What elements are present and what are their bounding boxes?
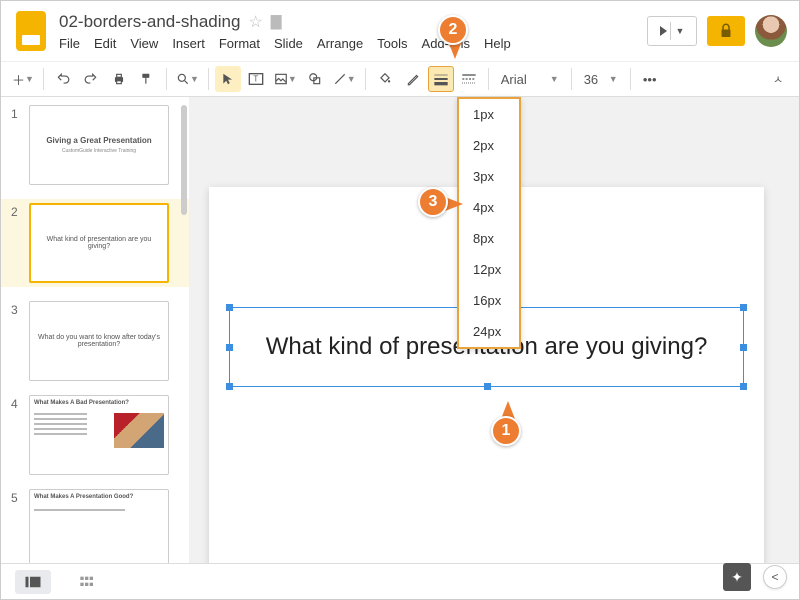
menu-file[interactable]: File xyxy=(59,36,80,51)
present-dropdown-icon[interactable]: ▼ xyxy=(670,22,685,40)
font-size-select[interactable]: 36▼ xyxy=(578,66,624,92)
border-weight-option[interactable]: 12px xyxy=(459,254,519,285)
shape-tool[interactable] xyxy=(302,66,328,92)
redo-button[interactable] xyxy=(78,66,104,92)
slide-panel[interactable]: 1 Giving a Great Presentation CustomGuid… xyxy=(1,97,189,563)
header: 02-borders-and-shading ☆ ▇ File Edit Vie… xyxy=(1,1,799,61)
select-tool[interactable] xyxy=(215,66,241,92)
border-dash-button[interactable] xyxy=(456,66,482,92)
thumb-title: What Makes A Bad Presentation? xyxy=(34,400,129,406)
callout-1: 1 xyxy=(491,416,521,446)
border-weight-dropdown: 1px 2px 3px 4px 8px 12px 16px 24px xyxy=(457,97,521,349)
star-icon[interactable]: ☆ xyxy=(248,12,262,32)
slide-number: 3 xyxy=(11,301,23,317)
thumb-body: What kind of presentation are you giving… xyxy=(35,236,163,250)
border-weight-option[interactable]: 3px xyxy=(459,161,519,192)
fill-color-button[interactable] xyxy=(372,66,398,92)
border-weight-option[interactable]: 4px xyxy=(459,192,519,223)
panel-scrollbar[interactable] xyxy=(181,105,187,215)
footer: ✦ < xyxy=(1,563,799,599)
slide-thumbnail-3[interactable]: What do you want to know after today's p… xyxy=(29,301,169,381)
svg-text:T: T xyxy=(253,75,258,84)
thumb-subtitle: CustomGuide Interactive Training xyxy=(62,148,136,154)
resize-handle[interactable] xyxy=(226,383,233,390)
slide-thumbnail-5[interactable]: What Makes A Presentation Good? xyxy=(29,489,169,563)
slide-thumbnail-4[interactable]: What Makes A Bad Presentation? xyxy=(29,395,169,475)
grid-view-button[interactable] xyxy=(69,570,105,594)
border-weight-option[interactable]: 1px xyxy=(459,99,519,130)
menu-slide[interactable]: Slide xyxy=(274,36,303,51)
resize-handle[interactable] xyxy=(226,344,233,351)
border-weight-button[interactable] xyxy=(428,66,454,92)
menu-edit[interactable]: Edit xyxy=(94,36,116,51)
slide-number: 5 xyxy=(11,489,23,505)
menu-insert[interactable]: Insert xyxy=(172,36,205,51)
zoom-button[interactable]: ▼ xyxy=(173,66,202,92)
border-weight-option[interactable]: 16px xyxy=(459,285,519,316)
callout-3: 3 xyxy=(418,187,448,217)
border-weight-option[interactable]: 8px xyxy=(459,223,519,254)
print-button[interactable] xyxy=(106,66,132,92)
callout-2: 2 xyxy=(438,15,468,45)
title-area: 02-borders-and-shading ☆ ▇ File Edit Vie… xyxy=(59,12,647,51)
document-title[interactable]: 02-borders-and-shading xyxy=(59,12,240,32)
more-tools-button[interactable]: ••• xyxy=(637,66,663,92)
explore-button[interactable]: ✦ xyxy=(723,563,751,591)
font-select[interactable]: Arial▼ xyxy=(495,66,565,92)
resize-handle[interactable] xyxy=(740,383,747,390)
resize-handle[interactable] xyxy=(484,383,491,390)
share-button[interactable] xyxy=(707,16,745,46)
slide-thumbnail-2[interactable]: What kind of presentation are you giving… xyxy=(29,203,169,283)
border-weight-option[interactable]: 2px xyxy=(459,130,519,161)
filmstrip-view-button[interactable] xyxy=(15,570,51,594)
resize-handle[interactable] xyxy=(226,304,233,311)
menu-view[interactable]: View xyxy=(130,36,158,51)
border-weight-option[interactable]: 24px xyxy=(459,316,519,347)
lock-icon xyxy=(717,22,735,40)
present-button[interactable]: ▼ xyxy=(647,16,697,46)
menu-tools[interactable]: Tools xyxy=(377,36,407,51)
main-area: 1 Giving a Great Presentation CustomGuid… xyxy=(1,97,799,563)
play-icon xyxy=(660,26,667,36)
move-folder-icon[interactable]: ▇ xyxy=(271,13,282,30)
image-tool[interactable]: ▼ xyxy=(271,66,300,92)
slide-number: 4 xyxy=(11,395,23,411)
font-name: Arial xyxy=(501,72,527,87)
undo-button[interactable] xyxy=(50,66,76,92)
resize-handle[interactable] xyxy=(740,304,747,311)
slide-number: 1 xyxy=(11,105,23,121)
side-panel-toggle[interactable]: < xyxy=(763,565,787,589)
textbox-tool[interactable]: T xyxy=(243,66,269,92)
collapse-toolbar-button[interactable]: ㅅ xyxy=(765,66,791,92)
user-avatar[interactable] xyxy=(755,15,787,47)
font-size: 36 xyxy=(584,72,598,87)
toolbar: ＋▼ ▼ T ▼ ▼ Arial▼ 36▼ ••• ㅅ xyxy=(1,61,799,97)
slide-thumbnail-1[interactable]: Giving a Great Presentation CustomGuide … xyxy=(29,105,169,185)
menu-arrange[interactable]: Arrange xyxy=(317,36,363,51)
thumb-body: What do you want to know after today's p… xyxy=(34,334,164,348)
slide-number: 2 xyxy=(11,203,23,219)
thumb-title: What Makes A Presentation Good? xyxy=(34,494,133,500)
menu-help[interactable]: Help xyxy=(484,36,511,51)
menu-bar: File Edit View Insert Format Slide Arran… xyxy=(59,36,647,51)
new-slide-button[interactable]: ＋▼ xyxy=(9,66,37,92)
menu-format[interactable]: Format xyxy=(219,36,260,51)
border-color-button[interactable] xyxy=(400,66,426,92)
thumb-title: Giving a Great Presentation xyxy=(46,136,151,145)
paint-format-button[interactable] xyxy=(134,66,160,92)
app-logo[interactable] xyxy=(13,8,49,54)
line-tool[interactable]: ▼ xyxy=(330,66,359,92)
resize-handle[interactable] xyxy=(740,344,747,351)
